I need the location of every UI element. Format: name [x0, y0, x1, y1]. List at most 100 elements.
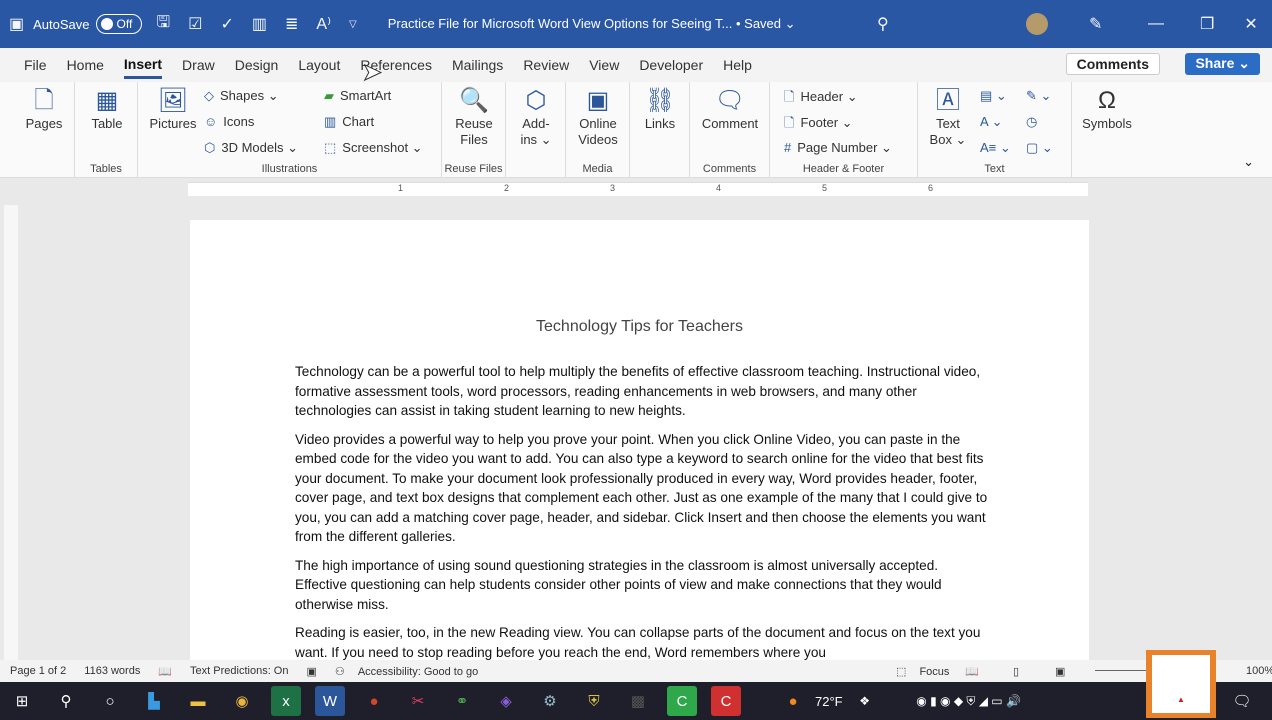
zoom-level[interactable]: 100%: [1246, 665, 1272, 677]
tab-draw[interactable]: Draw: [182, 53, 215, 77]
save-icon[interactable]: 🖫: [157, 11, 171, 38]
media-group: ▣ Online Videos Media: [566, 82, 630, 178]
shapes-button[interactable]: ◇ Shapes ⌄: [204, 88, 279, 104]
pictures-button[interactable]: 🖼 Pictures: [148, 86, 198, 132]
focus-button[interactable]: ⬚ Focus: [896, 665, 949, 678]
vertical-ruler[interactable]: [4, 205, 18, 660]
document-body: Technology can be a powerful tool to hel…: [295, 362, 990, 660]
drop-cap-button[interactable]: A≡ ⌄: [980, 140, 1011, 156]
tab-file[interactable]: File: [24, 53, 47, 77]
read-mode-icon[interactable]: 📖: [965, 665, 979, 678]
links-button[interactable]: ⛓ Links: [638, 86, 682, 132]
text-box-button[interactable]: 🄰 Text Box ⌄: [926, 86, 970, 148]
pages-icon: 🗋: [34, 87, 54, 114]
account-avatar[interactable]: [1026, 13, 1048, 35]
reuse-files-group: 🔍 Reuse Files Reuse Files: [442, 82, 506, 178]
3d-models-button[interactable]: ⬡ 3D Models ⌄: [204, 140, 298, 156]
symbols-button[interactable]: Ω Symbols: [1078, 86, 1136, 132]
customize-toolbar-icon[interactable]: ▽: [349, 19, 357, 30]
autosave-toggle[interactable]: Off: [95, 14, 142, 34]
status-bar: Page 1 of 2 1163 words 📖 Text Prediction…: [0, 660, 1272, 682]
share-button[interactable]: Share ⌄: [1185, 53, 1260, 75]
windows-start-icon[interactable]: ⊞: [7, 686, 37, 716]
tab-insert[interactable]: Insert: [123, 52, 163, 79]
visual-studio-icon[interactable]: ◈: [491, 686, 521, 716]
excel-icon[interactable]: x: [271, 686, 301, 716]
comments-group-label: Comments: [702, 163, 757, 175]
tab-help[interactable]: Help: [723, 53, 752, 77]
steam-icon[interactable]: ⚙: [535, 686, 565, 716]
signature-line-button[interactable]: ✎ ⌄: [1026, 88, 1051, 104]
shield-app-icon[interactable]: ⛨: [579, 686, 609, 716]
collapse-ribbon-icon[interactable]: ⌄: [1243, 154, 1254, 170]
app-icon[interactable]: ⚭: [447, 686, 477, 716]
checker-app-icon[interactable]: ▩: [623, 686, 653, 716]
search-icon[interactable]: ⚲: [877, 14, 889, 34]
screenshot-button[interactable]: ⬚ Screenshot ⌄: [324, 140, 423, 156]
chart-button[interactable]: ▥ Chart: [324, 114, 374, 130]
page-number-button[interactable]: # Page Number ⌄: [784, 140, 892, 156]
snipping-tool-icon[interactable]: ✂: [403, 686, 433, 716]
tab-home[interactable]: Home: [67, 53, 104, 77]
table-button[interactable]: ▦ Table: [85, 86, 129, 132]
format-icon[interactable]: ≣: [285, 14, 298, 34]
proofing-icon[interactable]: 📖: [158, 665, 172, 678]
document-page[interactable]: Technology Tips for Teachers Technology …: [190, 220, 1089, 660]
search-icon[interactable]: ⚲: [51, 686, 81, 716]
text-predictions[interactable]: Text Predictions: On: [190, 665, 288, 677]
minimize-icon[interactable]: —: [1148, 15, 1164, 33]
icons-button[interactable]: ☺ Icons: [204, 114, 254, 129]
wordart-button[interactable]: A ⌄: [980, 114, 1002, 130]
page-count[interactable]: Page 1 of 2: [10, 665, 66, 677]
word-icon[interactable]: W: [315, 686, 345, 716]
footer-button[interactable]: 🗋 Footer ⌄: [784, 114, 853, 136]
dropbox-icon[interactable]: ❖: [850, 686, 880, 716]
track-changes-icon[interactable]: ▣: [306, 665, 316, 678]
add-ins-button[interactable]: ⬡ Add-ins ⌄: [514, 86, 558, 148]
cortana-icon[interactable]: ○: [95, 686, 125, 716]
tab-view[interactable]: View: [589, 53, 619, 77]
notifications-icon[interactable]: 🗨: [1227, 686, 1257, 716]
document-title[interactable]: Practice File for Microsoft Word View Op…: [388, 16, 796, 32]
file-explorer-app-icon[interactable]: ▙: [139, 686, 169, 716]
comments-group: 🗨 Comment Comments: [690, 82, 770, 178]
header-button[interactable]: 🗋 Header ⌄: [784, 88, 858, 110]
chrome-icon[interactable]: ◉: [227, 686, 257, 716]
immersive-reader-icon[interactable]: ▥: [252, 14, 267, 34]
tab-review[interactable]: Review: [523, 53, 569, 77]
close-icon[interactable]: ✕: [1244, 14, 1257, 34]
word-count[interactable]: 1163 words: [84, 665, 140, 677]
read-aloud-icon[interactable]: A⁾: [316, 14, 331, 34]
object-button[interactable]: ▢ ⌄: [1026, 140, 1053, 156]
restore-icon[interactable]: ❐: [1200, 14, 1214, 34]
reuse-files-button[interactable]: 🔍 Reuse Files: [450, 86, 498, 148]
pages-button[interactable]: 🗋 Pages: [22, 86, 66, 132]
print-layout-icon[interactable]: ▯: [1013, 665, 1019, 678]
tab-design[interactable]: Design: [235, 53, 279, 77]
online-videos-button[interactable]: ▣ Online Videos: [572, 86, 624, 148]
tab-developer[interactable]: Developer: [639, 53, 703, 77]
pen-icon[interactable]: ✎: [1089, 14, 1102, 34]
weather-icon[interactable]: ●: [778, 686, 808, 716]
web-layout-icon[interactable]: ▣: [1055, 665, 1065, 678]
tray-icons[interactable]: ◉ ▮ ◉ ◆ ⛨ ◢ ▭ 🔊: [894, 686, 1044, 716]
weather-temp[interactable]: 72°F: [815, 694, 843, 709]
accessibility-status[interactable]: ⚇ Accessibility: Good to go: [335, 665, 478, 678]
ruler-mark: 5: [822, 183, 828, 193]
editor-icon[interactable]: ☑: [188, 14, 202, 34]
date-time-button[interactable]: ◷: [1026, 114, 1037, 130]
tab-mailings[interactable]: Mailings: [452, 53, 503, 77]
spelling-icon[interactable]: ✓: [220, 14, 233, 34]
powerpoint-icon[interactable]: ●: [359, 686, 389, 716]
ruler-mark: 3: [610, 183, 616, 193]
comment-button[interactable]: 🗨 Comment: [698, 86, 762, 132]
tab-layout[interactable]: Layout: [298, 53, 340, 77]
folder-icon[interactable]: ▬: [183, 686, 213, 716]
camtasia-red-icon[interactable]: C: [711, 686, 741, 716]
horizontal-ruler[interactable]: 1 2 3 4 5 6: [188, 182, 1088, 196]
comments-button[interactable]: Comments: [1065, 53, 1160, 75]
ruler-mark: 2: [504, 183, 510, 193]
quick-parts-button[interactable]: ▤ ⌄: [980, 88, 1007, 104]
smartart-button[interactable]: ▰ SmartArt: [324, 88, 391, 104]
camtasia-green-icon[interactable]: C: [667, 686, 697, 716]
